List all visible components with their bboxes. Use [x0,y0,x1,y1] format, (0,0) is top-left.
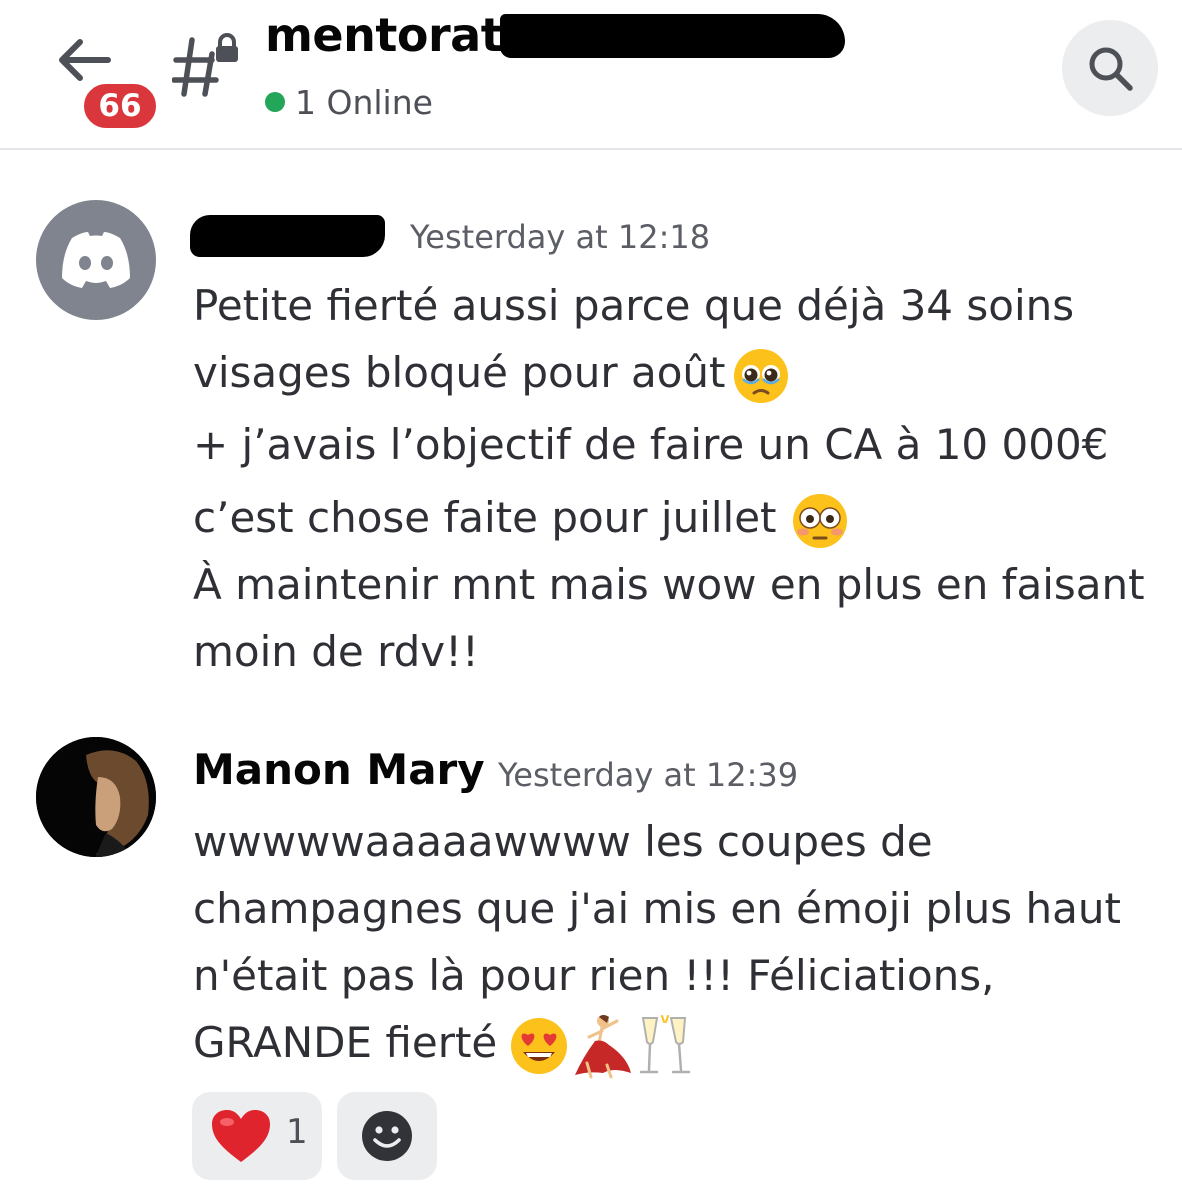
message-line: moin de rdv!! [193,627,479,676]
champagne-glasses-emoji [640,1014,691,1073]
online-status: 1 Online [265,80,433,124]
reaction-heart[interactable]: 1 [192,1092,322,1180]
red-heart-emoji [212,1110,270,1162]
message-text: c’est chose faite pour juillet [193,493,777,542]
message-text: GRANDE fierté [193,1018,498,1067]
channel-header: 66 mentorat 1 Online [0,0,1182,150]
message-content: wwwwwaaaaawwww les coupes de champagnes … [193,808,1168,1078]
message-line: wwwwwaaaaawwww les coupes de [193,817,933,866]
redaction-mark [500,14,845,58]
message-line: visages bloqué pour août [193,339,1168,406]
dancer-emoji [575,1014,632,1078]
locked-channel-icon [172,33,238,97]
redaction-mark [190,215,385,257]
online-dot-icon [265,92,285,112]
message-line: GRANDE fierté [193,1009,1168,1078]
avatar[interactable] [36,200,156,320]
smiley-icon [362,1111,412,1161]
channel-title: mentorat [265,8,503,62]
back-arrow-icon [59,39,111,81]
message-line: c’est chose faite pour juillet [193,484,1168,551]
heart-eyes-emoji [511,1017,568,1074]
search-button[interactable] [1062,20,1158,116]
pleading-face-emoji [733,348,788,403]
message-line: n'était pas là pour rien !!! Féliciation… [193,951,995,1000]
message-author[interactable]: Manon Mary [193,745,485,794]
flushed-face-emoji [792,493,847,548]
message-line: À maintenir mnt mais wow en plus en fais… [193,560,1145,609]
avatar[interactable] [36,737,156,857]
message-line: champagnes que j'ai mis en émoji plus ha… [193,884,1121,933]
search-icon [1089,47,1133,91]
message-timestamp: Yesterday at 12:18 [410,218,711,256]
discord-logo-icon [62,232,130,288]
unread-badge: 66 [80,80,160,132]
reaction-count: 1 [286,1112,308,1152]
message-text: visages bloqué pour août [193,348,726,397]
message-line: Petite fierté aussi parce que déjà 34 so… [193,281,1075,330]
message-timestamp: Yesterday at 12:39 [498,756,799,794]
add-reaction-button[interactable] [337,1092,437,1180]
profile-photo [36,737,156,857]
message-content: Petite fierté aussi parce que déjà 34 so… [193,272,1168,685]
message-line: + j’avais l’objectif de faire un CA à 10… [193,420,1109,469]
online-count: 1 Online [295,82,433,122]
